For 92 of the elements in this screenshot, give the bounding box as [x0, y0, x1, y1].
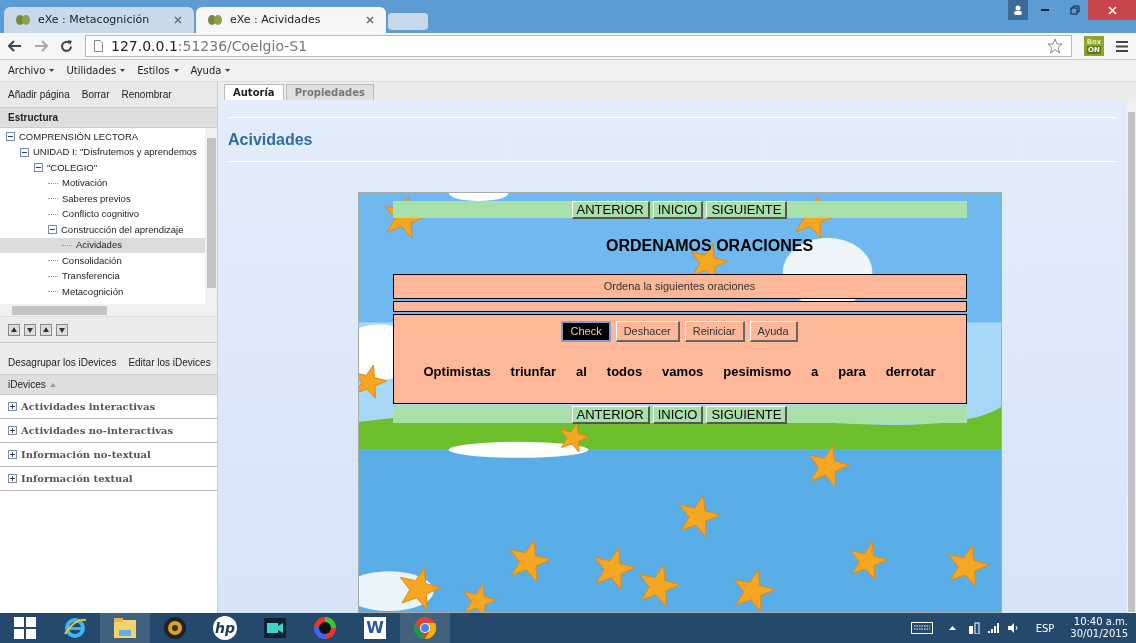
tree-item[interactable]: COMPRENSIÓN LECTORA [0, 129, 205, 145]
idevice-group[interactable]: Información no-textual [0, 443, 217, 467]
collapse-icon[interactable] [34, 163, 43, 173]
caret-up-icon[interactable] [948, 626, 956, 630]
tree-item[interactable]: UNIDAD I: "Disfrutemos y aprendemos [0, 144, 205, 160]
speaker-icon[interactable] [1007, 623, 1020, 633]
star-icon[interactable] [1047, 38, 1063, 54]
tree-item[interactable]: Metacognición [0, 284, 205, 300]
move-top-icon[interactable] [8, 323, 20, 336]
word-tile[interactable]: triunfar [510, 362, 557, 382]
caret-icon [225, 69, 231, 72]
tree-item[interactable]: Conflicto cognitivo [0, 206, 205, 222]
horizontal-scrollbar[interactable] [0, 304, 217, 317]
tree-item[interactable]: Construcción del aprendizaje [0, 222, 205, 238]
user-button[interactable] [1008, 0, 1028, 20]
clock[interactable]: 10:40 a.m. 30/01/2015 [1070, 616, 1136, 640]
expand-icon[interactable] [8, 426, 17, 435]
address-field[interactable]: 127.0.0.1:51236/Coelgio-S1 [85, 35, 1072, 57]
minimize-icon [1041, 9, 1049, 11]
collapse-icon[interactable] [6, 132, 15, 142]
menu-icon[interactable] [1116, 40, 1128, 52]
toolbar-button[interactable]: Renombrar [121, 87, 172, 102]
expand-icon[interactable] [8, 474, 17, 483]
activity-button[interactable]: Reiniciar [684, 321, 745, 342]
activity-button[interactable]: Check [561, 321, 611, 342]
tree-item[interactable]: Transferencia [0, 268, 205, 284]
close-icon[interactable] [366, 16, 374, 24]
browser-tab[interactable]: eXe : Acividades [196, 7, 386, 33]
url-text: 127.0.0.1:51236/Coelgio-S1 [111, 36, 308, 56]
toolbar-button[interactable]: Añadir página [8, 87, 70, 102]
idevice-group[interactable]: Información textual [0, 467, 217, 491]
tree-item[interactable]: "COLEGIO" [0, 160, 205, 176]
instruction-box: Ordena la siguientes oraciones [392, 274, 967, 299]
idevice-group[interactable]: Actividades interactivas [0, 395, 217, 419]
answer-box[interactable] [392, 301, 967, 312]
caret-icon [49, 69, 55, 72]
collapse-icon[interactable] [20, 147, 29, 157]
tree-item[interactable]: Consolidación [0, 253, 205, 269]
vertical-scrollbar[interactable] [205, 128, 217, 304]
browser-tab[interactable]: eXe : Metacognición [4, 7, 194, 33]
activity-button[interactable]: Deshacer [615, 321, 680, 342]
restore-icon [1070, 5, 1080, 15]
close-icon[interactable] [174, 16, 182, 24]
reload-icon[interactable] [60, 39, 73, 53]
panel-header: iDevices [0, 375, 217, 395]
word-tile[interactable]: pesimismo [723, 362, 792, 382]
close-icon [1107, 5, 1117, 15]
user-icon [1013, 5, 1023, 15]
app-icon [208, 14, 222, 26]
word-tile[interactable]: al [576, 362, 587, 382]
idevice-group[interactable]: Actividades no-interactivas [0, 419, 217, 443]
folder-icon[interactable] [100, 613, 150, 643]
menu-item[interactable]: Estilos [137, 63, 179, 78]
tree-item[interactable]: Saberes previos [0, 191, 205, 207]
expand-icon[interactable] [8, 402, 17, 411]
word-tile[interactable]: para [838, 362, 866, 382]
vertical-scrollbar[interactable] [1127, 100, 1136, 613]
word-tile[interactable]: todos [606, 362, 643, 382]
page-icon [94, 40, 103, 52]
toolbar-button[interactable]: Editar los iDevices [128, 355, 211, 370]
tab[interactable]: Autoría [224, 84, 284, 100]
expand-icon[interactable] [8, 450, 17, 459]
activity-button[interactable]: Ayuda [749, 321, 798, 342]
keyboard-icon[interactable] [910, 622, 933, 634]
move-down-icon[interactable] [24, 323, 36, 336]
language-indicator[interactable]: ESP [1035, 620, 1055, 636]
move-bottom-icon[interactable] [56, 323, 68, 336]
chrome-logo-icon[interactable] [400, 613, 450, 643]
tree-item[interactable]: Motivación [0, 175, 205, 191]
toolbar-button[interactable]: Desagrupar los iDevices [8, 355, 117, 370]
tab-title: eXe : Acividades [230, 11, 322, 28]
page-title: Acividades [228, 118, 1117, 162]
move-up-icon[interactable] [40, 323, 52, 336]
tab-title: eXe : Metacognición [38, 11, 151, 28]
close-button[interactable] [1088, 0, 1136, 20]
activity-heading: ORDENAMOS ORACIONES [604, 236, 815, 256]
word-tile[interactable]: derrotar [885, 362, 936, 382]
signal-icon[interactable] [987, 623, 1000, 633]
collapse-icon[interactable] [48, 225, 57, 235]
word-tile[interactable]: Optimistas [423, 362, 491, 382]
menu-item[interactable]: Ayuda [190, 63, 231, 78]
panel-header: Estructura [0, 108, 217, 128]
word-tile[interactable]: a [811, 362, 819, 382]
tree-item[interactable]: Acividades [0, 237, 205, 253]
word-tile[interactable]: vamos [662, 362, 704, 382]
toolbar-button[interactable]: Borrar [81, 87, 110, 102]
menu-item[interactable]: Archivo [8, 63, 55, 78]
caret-icon [120, 69, 126, 72]
back-icon[interactable] [8, 40, 22, 52]
app-icon [16, 14, 30, 26]
caret-icon [173, 69, 179, 72]
menu-item[interactable]: Utilidades [66, 63, 126, 78]
